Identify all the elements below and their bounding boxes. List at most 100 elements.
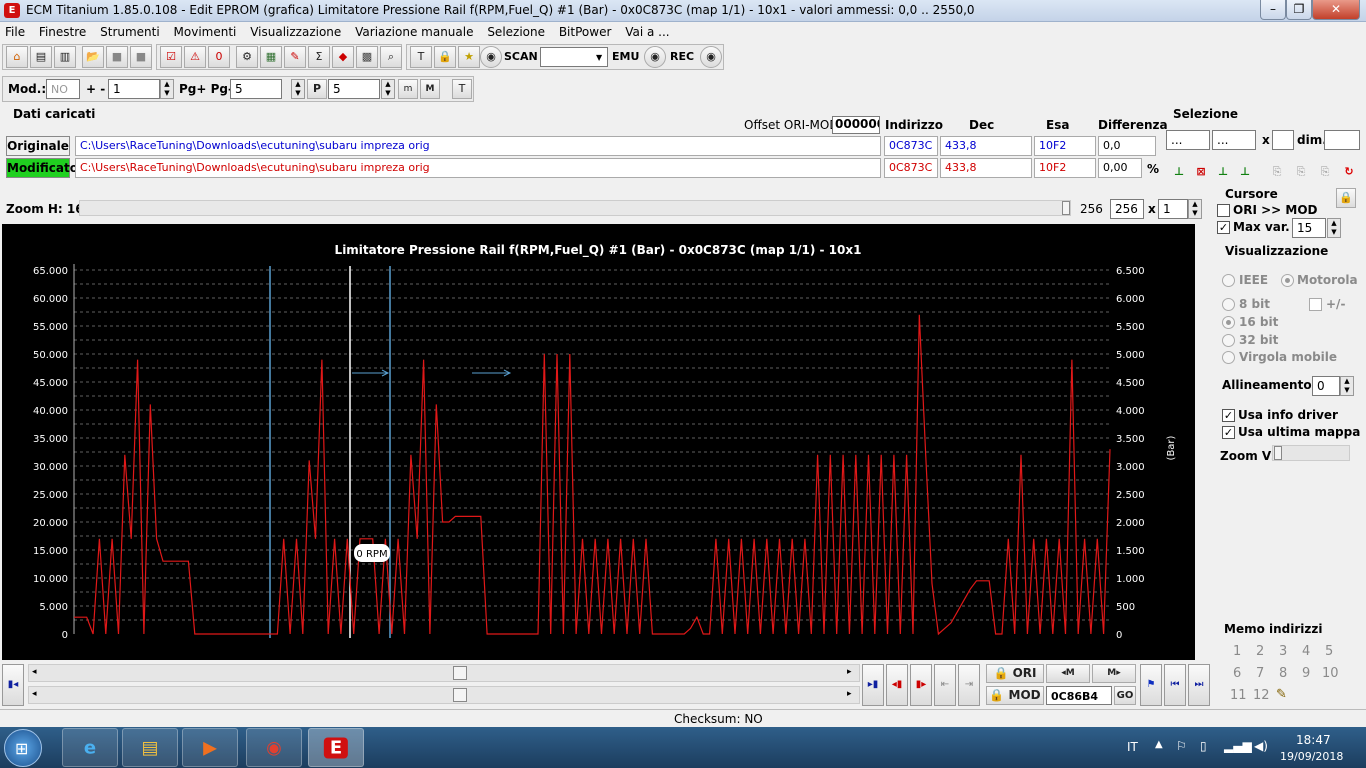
ori-scroll-thumb[interactable] — [453, 666, 467, 680]
maximize-button[interactable]: ❐ — [1286, 0, 1312, 20]
nav-align-right-icon[interactable]: ⇥ — [958, 664, 980, 706]
mod-button[interactable]: 🔒 MOD — [986, 686, 1044, 705]
first-m-button[interactable]: ◂M — [1046, 664, 1090, 683]
emu-label[interactable]: EMU — [612, 46, 639, 68]
zoom-v-slider[interactable] — [1272, 445, 1350, 461]
run-icon[interactable]: ★ — [458, 46, 480, 68]
memo-slot-8[interactable]: 8 — [1279, 666, 1287, 681]
selezione-dim-field[interactable] — [1324, 130, 1360, 150]
memo-slot-5[interactable]: 5 — [1325, 644, 1333, 659]
selezione-x-field[interactable] — [1272, 130, 1294, 150]
tray-arrow-icon[interactable]: ▲ — [1155, 739, 1163, 750]
select-cancel-icon[interactable]: ⊠ — [1190, 162, 1212, 184]
offset-field[interactable]: 000000 — [832, 116, 880, 134]
emu-dot-icon[interactable]: ◉ — [644, 46, 666, 68]
cut-icon[interactable]: ⎘ — [1314, 162, 1336, 184]
p-spinner[interactable]: ▲ ▼ — [381, 79, 395, 99]
menu-file[interactable]: File — [0, 22, 30, 42]
chart-edit-icon[interactable]: ✎ — [284, 46, 306, 68]
page-icon[interactable]: P — [307, 79, 327, 99]
m-view-icon[interactable]: m — [398, 79, 418, 99]
scroll-right-icon[interactable]: ▸ — [847, 667, 852, 677]
8bit-radio[interactable] — [1222, 298, 1235, 311]
menu-visualizzazione[interactable]: Visualizzazione — [245, 22, 346, 42]
ieee-radio[interactable] — [1222, 274, 1235, 287]
compare-icon[interactable]: ⚠ — [184, 46, 206, 68]
nav-next-marker-icon[interactable]: ▮▸ — [910, 664, 932, 706]
max-var-field[interactable]: 15 — [1292, 218, 1326, 238]
usa-ultima-mappa-checkbox[interactable]: ✓ — [1222, 426, 1235, 439]
menu-movimenti[interactable]: Movimenti — [169, 22, 242, 42]
map-icon[interactable]: ▩ — [356, 46, 378, 68]
language-indicator[interactable]: IT — [1127, 740, 1138, 754]
clock-time[interactable]: 18:47 — [1296, 733, 1331, 747]
menu-strumenti[interactable]: Strumenti — [95, 22, 165, 42]
next-m-button[interactable]: M▸ — [1092, 664, 1136, 683]
zoom-multiplier[interactable]: 1 — [1158, 199, 1188, 219]
checklist-icon[interactable]: ☑ — [160, 46, 182, 68]
pg-spinner[interactable]: ▲ ▼ — [291, 79, 305, 99]
taskbar-chrome[interactable]: ◉ — [246, 728, 302, 767]
text-view-icon[interactable]: T — [452, 79, 472, 99]
memo-slot-9[interactable]: 9 — [1302, 666, 1310, 681]
rec-label[interactable]: REC — [670, 46, 694, 68]
calculator-icon[interactable]: ▦ — [260, 46, 282, 68]
16bit-radio[interactable] — [1222, 316, 1235, 329]
scan-label[interactable]: SCAN — [504, 46, 538, 68]
taskbar-explorer[interactable]: ▤ — [122, 728, 178, 767]
menu-vai-a[interactable]: Vai a ... — [620, 22, 674, 42]
memo-slot-12[interactable]: 12 — [1253, 688, 1270, 703]
allineamento-field[interactable]: 0 — [1312, 376, 1340, 396]
ori-scrollbar[interactable]: ◂ ▸ — [28, 664, 860, 682]
usa-info-driver-checkbox[interactable]: ✓ — [1222, 409, 1235, 422]
select-start-icon[interactable]: ⊥ — [1168, 162, 1190, 184]
flag-icon[interactable]: ⚑ — [1140, 664, 1162, 706]
32bit-radio[interactable] — [1222, 334, 1235, 347]
open-folder-icon[interactable]: 📂 — [82, 46, 104, 68]
nav-last-icon[interactable]: ⏭ — [1188, 664, 1210, 706]
menu-bitpower[interactable]: BitPower — [554, 22, 617, 42]
zoom-h-slider[interactable] — [79, 200, 1071, 216]
copy-icon[interactable]: ⎘ — [1266, 162, 1288, 184]
address-field[interactable]: 0C86B4 — [1046, 686, 1112, 705]
max-var-spinner[interactable]: ▲ ▼ — [1327, 218, 1341, 238]
zoom-multiplier-spinner[interactable]: ▲ ▼ — [1188, 199, 1202, 219]
taskbar-ie[interactable]: e — [62, 728, 118, 767]
mod-field[interactable]: NO — [46, 79, 80, 99]
tray-volume-icon[interactable]: ◀) — [1254, 739, 1268, 753]
selezione-from[interactable]: ... — [1166, 130, 1210, 150]
selezione-to[interactable]: ... — [1212, 130, 1256, 150]
pg-field[interactable]: 5 — [230, 79, 282, 99]
taskbar-media[interactable]: ▶ — [182, 728, 238, 767]
record-dot-icon[interactable]: ◉ — [480, 46, 502, 68]
tray-flag-icon[interactable]: ⚐ — [1176, 739, 1187, 753]
rec-dot-icon[interactable]: ◉ — [700, 46, 722, 68]
originale-button[interactable]: Originale — [6, 136, 70, 156]
menu-finestre[interactable]: Finestre — [34, 22, 91, 42]
refresh-icon[interactable]: ↻ — [1338, 162, 1360, 184]
nav-first-icon[interactable]: ⏮ — [1164, 664, 1186, 706]
zoom-h-slider-thumb[interactable] — [1062, 201, 1070, 215]
menu-selezione[interactable]: Selezione — [482, 22, 550, 42]
nav-align-left-icon[interactable]: ⇤ — [934, 664, 956, 706]
tray-signal-icon[interactable]: ▂▄▆ — [1224, 739, 1252, 753]
save-icon[interactable]: ■ — [106, 46, 128, 68]
clock-date[interactable]: 19/09/2018 — [1280, 750, 1343, 763]
binoculars-icon[interactable]: ⌕ — [380, 46, 402, 68]
tray-device-icon[interactable]: ▯ — [1200, 739, 1207, 753]
shapes-icon[interactable]: ◆ — [332, 46, 354, 68]
menu-variazione-manuale[interactable]: Variazione manuale — [350, 22, 478, 42]
ori-button[interactable]: 🔒 ORI — [986, 664, 1044, 683]
home-icon[interactable]: ⌂ — [6, 46, 28, 68]
memo-slot-7[interactable]: 7 — [1256, 666, 1264, 681]
windows-icon[interactable]: ▤ — [30, 46, 52, 68]
signed-checkbox[interactable] — [1309, 298, 1322, 311]
scroll-left-icon[interactable]: ◂ — [32, 689, 37, 699]
ori-mod-checkbox[interactable] — [1217, 204, 1230, 217]
taskbar-ecm-titanium[interactable]: E — [308, 728, 364, 767]
sum-icon[interactable]: Σ — [308, 46, 330, 68]
virgola-radio[interactable] — [1222, 351, 1235, 364]
motorola-radio[interactable] — [1281, 274, 1294, 287]
counter-icon[interactable]: 0 — [208, 46, 230, 68]
map-chart[interactable]: Limitatore Pressione Rail f(RPM,Fuel_Q) … — [2, 224, 1195, 660]
